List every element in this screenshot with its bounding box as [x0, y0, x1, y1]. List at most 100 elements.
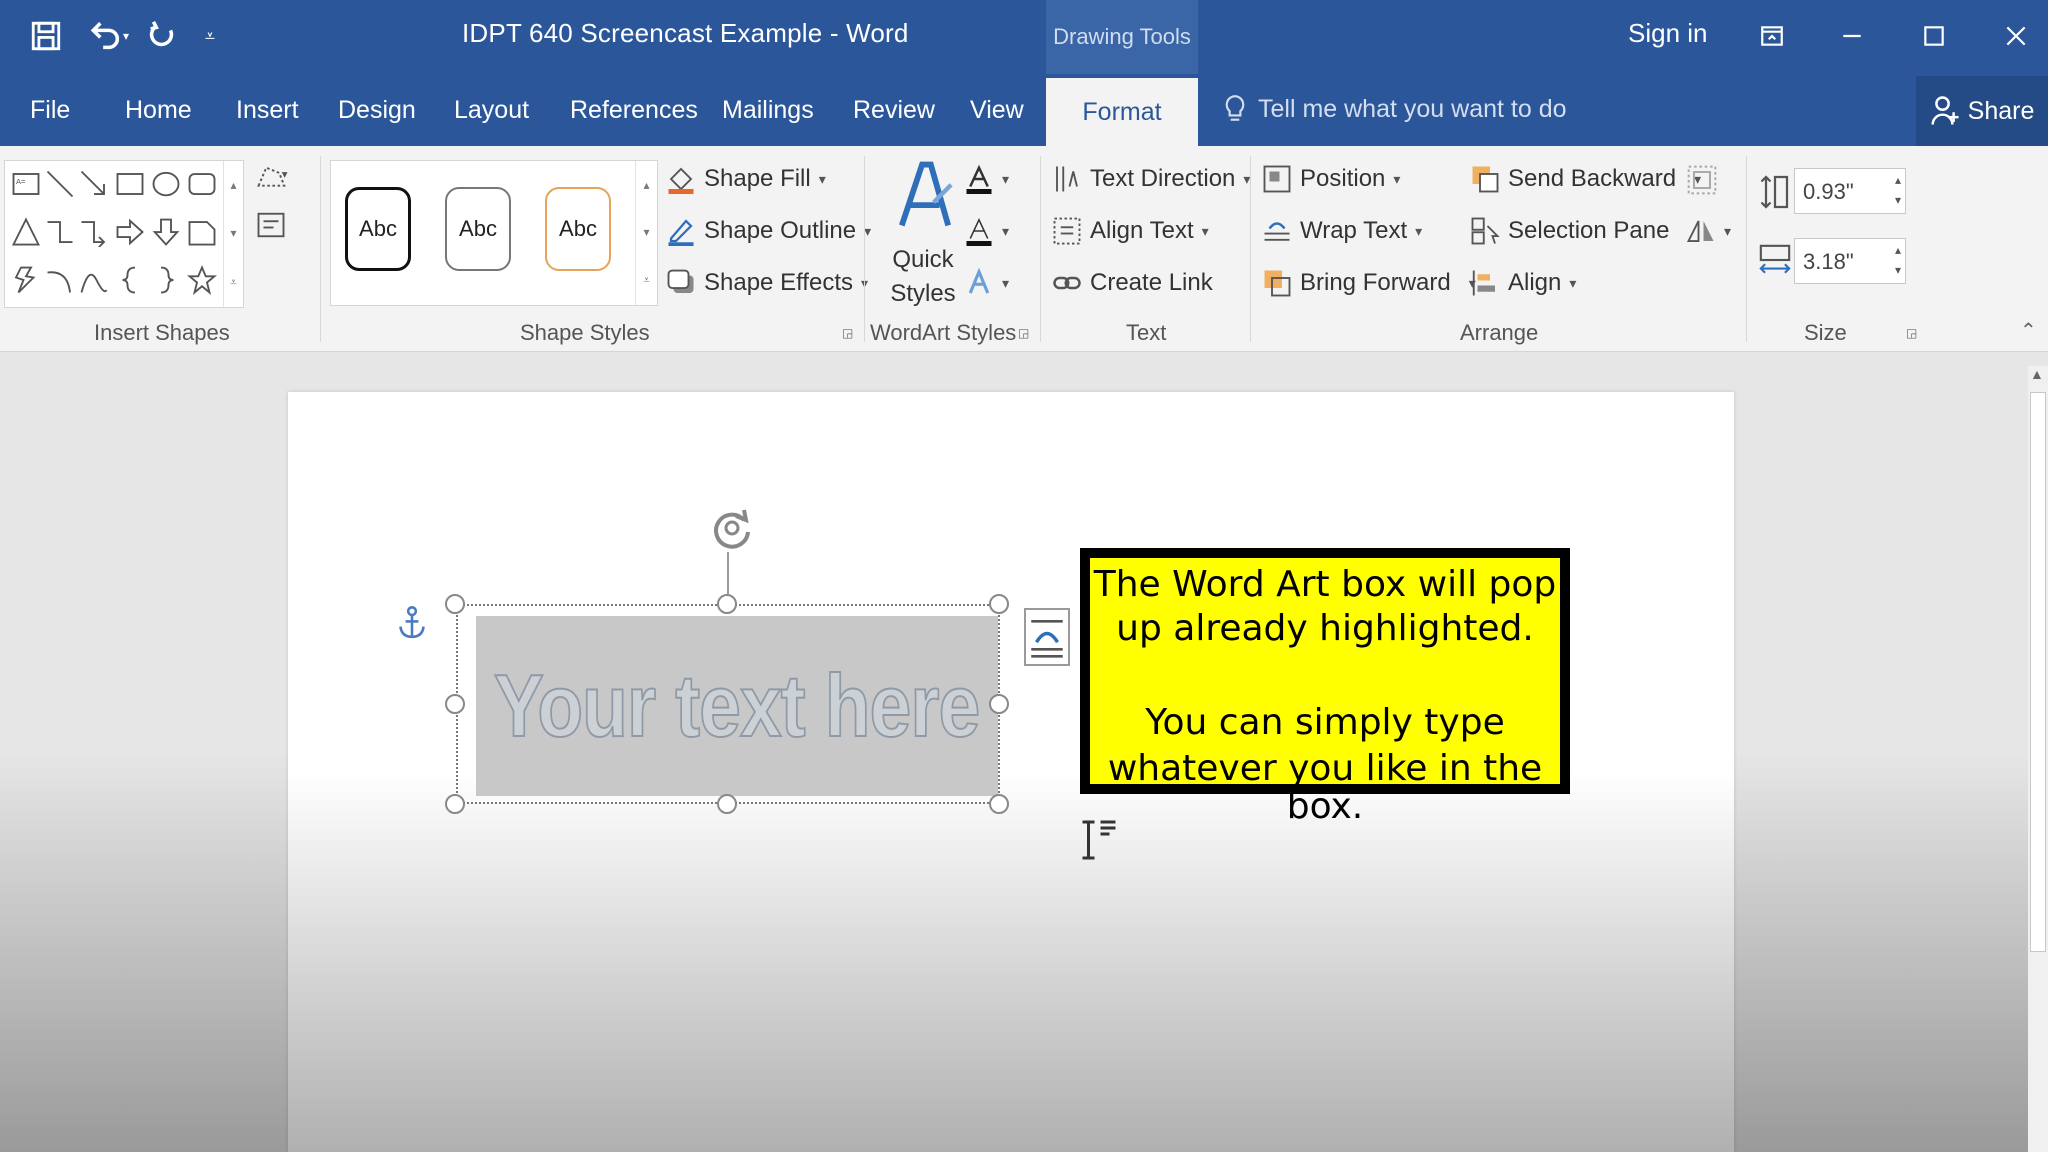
resize-handle-top-left[interactable]	[445, 594, 465, 614]
shape-styles-launcher-icon[interactable]: ◲	[842, 326, 853, 340]
height-spin-down-icon[interactable]: ▾	[1895, 193, 1901, 207]
line-shape-icon[interactable]	[45, 169, 75, 199]
arc-shape-icon[interactable]	[45, 265, 75, 295]
person-icon	[1931, 96, 1959, 125]
document-title: IDPT 640 Screencast Example - Word	[462, 18, 909, 48]
bring-forward-button[interactable]: Bring Forward ▾	[1262, 268, 1476, 298]
resize-handle-bottom[interactable]	[717, 794, 737, 814]
title-bar: ▾ ⩡ IDPT 640 Screencast Example - Word D…	[0, 0, 2048, 74]
wordart-styles-launcher-icon[interactable]: ◲	[1018, 326, 1029, 340]
resize-handle-right[interactable]	[989, 694, 1009, 714]
shape-outline-button[interactable]: Shape Outline ▾	[666, 216, 871, 246]
text-outline-button[interactable]: ▾	[964, 216, 1009, 246]
resize-handle-top-right[interactable]	[989, 594, 1009, 614]
send-backward-label: Send Backward	[1508, 165, 1677, 192]
arrow-shape-icon[interactable]	[79, 169, 109, 199]
minimize-icon[interactable]	[1828, 14, 1876, 58]
group-objects-icon[interactable]	[1686, 164, 1718, 196]
callout-line-2: up already highlighted.	[1116, 608, 1534, 649]
shape-style-sample-1[interactable]: Abc	[345, 187, 411, 271]
share-button[interactable]: Share	[1916, 76, 2048, 146]
create-link-button[interactable]: Create Link	[1052, 268, 1213, 298]
ribbon: A= ▴ ▾ ⩡ ▾ Insert Shapes Abc Abc Abc ▴ ▾ ⩡ S…	[0, 146, 2048, 352]
align-label: Align	[1508, 269, 1562, 296]
triangle-shape-icon[interactable]	[11, 217, 41, 247]
resize-handle-left[interactable]	[445, 694, 465, 714]
text-box-shape-icon[interactable]: A=	[11, 169, 41, 199]
size-launcher-icon[interactable]: ◲	[1906, 326, 1917, 340]
save-icon[interactable]	[24, 14, 68, 58]
lightning-shape-icon[interactable]	[11, 265, 41, 295]
shape-style-sample-3[interactable]: Abc	[545, 187, 611, 271]
send-backward-button[interactable]: Send Backward ▾	[1470, 164, 1701, 194]
tab-view[interactable]: View	[970, 96, 1024, 125]
rotate-objects-button[interactable]: ▾	[1686, 216, 1731, 246]
layout-options-button[interactable]	[1024, 608, 1070, 666]
shape-width-input[interactable]: 3.18" ▴ ▾	[1794, 238, 1906, 284]
shape-style-sample-2[interactable]: Abc	[445, 187, 511, 271]
wordart-text[interactable]: Your text here	[493, 655, 981, 757]
customize-quick-access-icon[interactable]: ⩡	[196, 14, 224, 58]
wordart-text-highlight[interactable]: Your text here	[476, 616, 998, 796]
tab-format[interactable]: Format	[1046, 78, 1198, 146]
tab-references[interactable]: References	[570, 96, 698, 125]
tell-me-search[interactable]: Tell me what you want to do	[1222, 94, 1567, 124]
width-spin-down-icon[interactable]: ▾	[1895, 263, 1901, 277]
redo-icon[interactable]	[140, 14, 184, 58]
tab-review[interactable]: Review	[853, 96, 935, 125]
selection-pane-button[interactable]: Selection Pane	[1470, 216, 1669, 246]
share-label: Share	[1967, 96, 2035, 125]
tab-insert[interactable]: Insert	[236, 96, 299, 125]
sign-in-link[interactable]: Sign in	[1628, 18, 1708, 49]
ribbon-display-options-icon[interactable]	[1748, 14, 1796, 58]
shape-height-input[interactable]: 0.93" ▴ ▾	[1794, 168, 1906, 214]
width-spin-up-icon[interactable]: ▴	[1895, 243, 1901, 257]
resize-handle-bottom-right[interactable]	[989, 794, 1009, 814]
right-arrow-shape-icon[interactable]	[115, 217, 145, 247]
curve-shape-icon[interactable]	[79, 265, 109, 295]
quick-styles-button[interactable]: Quick Styles	[880, 158, 966, 318]
tab-file[interactable]: File	[30, 96, 70, 125]
text-effects-button[interactable]: ▾	[964, 268, 1009, 298]
shape-fill-button[interactable]: Shape Fill ▾	[666, 164, 826, 194]
oval-shape-icon[interactable]	[151, 169, 181, 199]
height-spin-up-icon[interactable]: ▴	[1895, 173, 1901, 187]
shape-styles-gallery[interactable]: Abc Abc Abc ▴ ▾ ⩡	[330, 160, 658, 306]
scroll-up-icon[interactable]: ▲	[2030, 366, 2044, 382]
star-shape-icon[interactable]	[187, 265, 217, 295]
shape-styles-gallery-scroll[interactable]: ▴ ▾ ⩡	[635, 161, 657, 305]
tab-design[interactable]: Design	[338, 96, 416, 125]
rotation-handle-icon[interactable]	[708, 504, 756, 552]
right-brace-shape-icon[interactable]	[151, 265, 181, 295]
shapes-gallery[interactable]: A= ▴ ▾ ⩡	[4, 160, 244, 308]
shapes-gallery-scroll[interactable]: ▴ ▾ ⩡	[223, 161, 243, 307]
edit-shape-icon[interactable]: ▾	[256, 162, 292, 194]
undo-dropdown-icon[interactable]: ▾	[118, 14, 134, 58]
elbow-connector-shape-icon[interactable]	[45, 217, 75, 247]
wrap-text-button[interactable]: Wrap Text ▾	[1262, 216, 1422, 246]
tab-home[interactable]: Home	[125, 96, 192, 125]
draw-text-box-icon[interactable]	[256, 210, 286, 240]
align-button[interactable]: Align ▾	[1470, 268, 1576, 298]
scrollbar-thumb[interactable]	[2030, 392, 2046, 952]
left-brace-shape-icon[interactable]	[115, 265, 145, 295]
align-icon	[1472, 270, 1495, 296]
rounded-rectangle-shape-icon[interactable]	[187, 169, 217, 199]
text-fill-button[interactable]: ▾	[964, 164, 1009, 194]
rectangle-shape-icon[interactable]	[115, 169, 145, 199]
position-button[interactable]: Position ▾	[1262, 164, 1400, 194]
down-arrow-shape-icon[interactable]	[151, 217, 181, 247]
elbow-arrow-shape-icon[interactable]	[79, 217, 109, 247]
collapse-ribbon-icon[interactable]: ⌃	[2020, 318, 2037, 343]
resize-handle-bottom-left[interactable]	[445, 794, 465, 814]
shape-height-icon	[1760, 175, 1789, 209]
maximize-icon[interactable]	[1910, 14, 1958, 58]
tab-layout[interactable]: Layout	[454, 96, 529, 125]
close-icon[interactable]	[1992, 14, 2040, 58]
tab-mailings[interactable]: Mailings	[722, 96, 814, 125]
align-text-button[interactable]: Align Text ▾	[1052, 216, 1209, 246]
snip-rectangle-shape-icon[interactable]	[187, 217, 217, 247]
shape-effects-button[interactable]: Shape Effects▾	[666, 268, 868, 298]
text-direction-button[interactable]: Text Direction ▾	[1052, 164, 1250, 194]
resize-handle-top[interactable]	[717, 594, 737, 614]
